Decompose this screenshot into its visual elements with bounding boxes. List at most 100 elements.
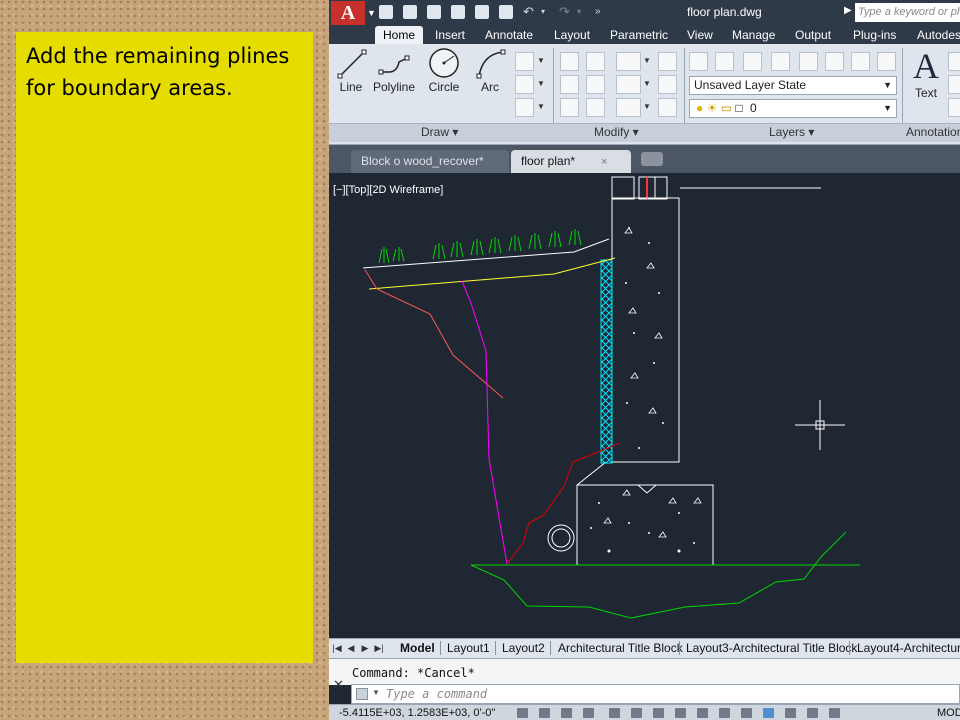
- layer-match-icon[interactable]: [799, 52, 818, 71]
- tab-view[interactable]: View: [687, 26, 713, 44]
- line-tool-button[interactable]: Line: [329, 46, 373, 94]
- layer-isolate-icon[interactable]: [771, 52, 790, 71]
- layout-tab-architectural-title-block[interactable]: Architectural Title Block: [558, 641, 683, 655]
- boundary-icon[interactable]: [515, 98, 534, 117]
- layout-tab-layout3[interactable]: Layout3-Architectural Title Block: [686, 641, 857, 655]
- customize-toolbar-icon[interactable]: »: [595, 5, 601, 19]
- tab-manage[interactable]: Manage: [732, 26, 775, 44]
- quick-properties-icon[interactable]: [785, 708, 796, 718]
- layout-tab-model[interactable]: Model: [400, 641, 435, 655]
- save-icon[interactable]: [451, 5, 465, 19]
- dynamic-ucs-icon[interactable]: [697, 708, 708, 718]
- snap-mode-icon[interactable]: [539, 708, 550, 718]
- save-as-icon[interactable]: [427, 5, 441, 19]
- layer-previous-icon[interactable]: [825, 52, 844, 71]
- layout-tab-layout2[interactable]: Layout2: [502, 641, 545, 655]
- circle-tool-button[interactable]: Circle: [422, 46, 466, 94]
- offset-icon[interactable]: [658, 98, 677, 117]
- layer-lock-icon[interactable]: [743, 52, 762, 71]
- drawing-viewport[interactable]: [−][Top][2D Wireframe]: [329, 173, 960, 638]
- undo-icon[interactable]: ↶: [523, 5, 534, 19]
- tab-annotate[interactable]: Annotate: [485, 26, 533, 44]
- layer-state-dropdown[interactable]: Unsaved Layer State ▼: [689, 76, 897, 95]
- move-icon[interactable]: [560, 52, 579, 71]
- array-dropdown-icon[interactable]: ▼: [643, 102, 651, 111]
- layer-walk-icon[interactable]: [877, 52, 896, 71]
- layout-tab-layout4[interactable]: Layout4-Architectural: [857, 641, 960, 655]
- mirror-icon[interactable]: [586, 75, 605, 94]
- fillet-dropdown-icon[interactable]: ▼: [643, 79, 651, 88]
- hatch-dropdown-icon[interactable]: ▼: [537, 79, 545, 88]
- array-icon[interactable]: [616, 98, 641, 117]
- annotation-monitor-icon[interactable]: [829, 708, 840, 718]
- erase-icon[interactable]: [658, 52, 677, 71]
- tab-plug-ins[interactable]: Plug-ins: [853, 26, 896, 44]
- copy-icon[interactable]: [560, 75, 579, 94]
- hatch-icon[interactable]: [515, 75, 534, 94]
- tab-autodesk-360[interactable]: Autodesk 360: [917, 26, 960, 44]
- file-tab-block-o-wood[interactable]: Block o wood_recover*: [351, 150, 509, 173]
- layers-panel-title[interactable]: Layers ▾: [769, 125, 814, 139]
- grid-display-icon[interactable]: [561, 708, 572, 718]
- keyword-search-input[interactable]: Type a keyword or phrase: [855, 3, 960, 22]
- 3d-object-snap-icon[interactable]: [653, 708, 664, 718]
- current-layer-dropdown[interactable]: ● ☀ ▭ □ 0 ▼: [689, 99, 897, 118]
- new-tab-button[interactable]: [641, 152, 663, 166]
- boundary-dropdown-icon[interactable]: ▼: [537, 102, 545, 111]
- transparency-icon[interactable]: [763, 708, 774, 718]
- autocad-logo-button[interactable]: A: [331, 1, 365, 25]
- stretch-icon[interactable]: [560, 98, 579, 117]
- prev-layout-icon[interactable]: ◀: [345, 642, 357, 654]
- modify-panel-title[interactable]: Modify ▾: [594, 125, 639, 139]
- rectangle-icon[interactable]: [515, 52, 534, 71]
- layer-freeze-icon[interactable]: [715, 52, 734, 71]
- dynamic-input-icon[interactable]: [719, 708, 730, 718]
- plot-preview-icon[interactable]: [475, 5, 489, 19]
- recent-commands-dropdown-icon[interactable]: ▼: [372, 688, 380, 697]
- rotate-icon[interactable]: [586, 52, 605, 71]
- object-snap-tracking-icon[interactable]: [675, 708, 686, 718]
- lineweight-icon[interactable]: [741, 708, 752, 718]
- tab-insert[interactable]: Insert: [435, 26, 465, 44]
- scale-icon[interactable]: [586, 98, 605, 117]
- trim-icon[interactable]: [616, 52, 641, 71]
- command-input[interactable]: [386, 686, 946, 702]
- new-file-icon[interactable]: [379, 5, 393, 19]
- next-layout-icon[interactable]: ▶: [359, 642, 371, 654]
- application-menu-arrow-icon[interactable]: ▼: [367, 8, 376, 18]
- redo-icon[interactable]: ↷: [559, 5, 570, 19]
- leader-icon[interactable]: [948, 75, 960, 94]
- rectangle-dropdown-icon[interactable]: ▼: [537, 56, 545, 65]
- print-icon[interactable]: [499, 5, 513, 19]
- tab-layout[interactable]: Layout: [554, 26, 590, 44]
- draw-panel-title[interactable]: Draw ▾: [421, 125, 458, 139]
- layer-properties-icon[interactable]: [689, 52, 708, 71]
- model-space-toggle[interactable]: MODEL: [937, 707, 960, 719]
- command-prompt-icon[interactable]: [356, 688, 368, 700]
- first-layout-icon[interactable]: |◀: [331, 642, 343, 654]
- explode-icon[interactable]: [658, 75, 677, 94]
- fillet-icon[interactable]: [616, 75, 641, 94]
- undo-dropdown-icon[interactable]: ▾: [541, 5, 545, 19]
- layout-tab-layout1[interactable]: Layout1: [447, 641, 490, 655]
- object-snap-icon[interactable]: [631, 708, 642, 718]
- selection-cycling-icon[interactable]: [807, 708, 818, 718]
- polyline-tool-button[interactable]: Polyline: [372, 46, 416, 94]
- open-file-icon[interactable]: [403, 5, 417, 19]
- file-tab-floor-plan[interactable]: floor plan* ×: [511, 150, 631, 173]
- dimension-icon[interactable]: [948, 52, 960, 71]
- redo-dropdown-icon[interactable]: ▾: [577, 5, 581, 19]
- layer-off-icon[interactable]: [851, 52, 870, 71]
- infer-constraints-icon[interactable]: [517, 708, 528, 718]
- arc-tool-button[interactable]: Arc: [468, 46, 512, 94]
- tab-parametric[interactable]: Parametric: [610, 26, 668, 44]
- polar-tracking-icon[interactable]: [609, 708, 620, 718]
- close-command-line-icon[interactable]: ✕: [333, 677, 344, 693]
- last-layout-icon[interactable]: ▶|: [373, 642, 385, 654]
- tab-home[interactable]: Home: [375, 26, 424, 44]
- ortho-mode-icon[interactable]: [583, 708, 594, 718]
- trim-dropdown-icon[interactable]: ▼: [643, 56, 651, 65]
- annotation-panel-title[interactable]: Annotation: [906, 125, 960, 139]
- tab-output[interactable]: Output: [795, 26, 831, 44]
- text-tool-button[interactable]: A Text: [909, 48, 943, 102]
